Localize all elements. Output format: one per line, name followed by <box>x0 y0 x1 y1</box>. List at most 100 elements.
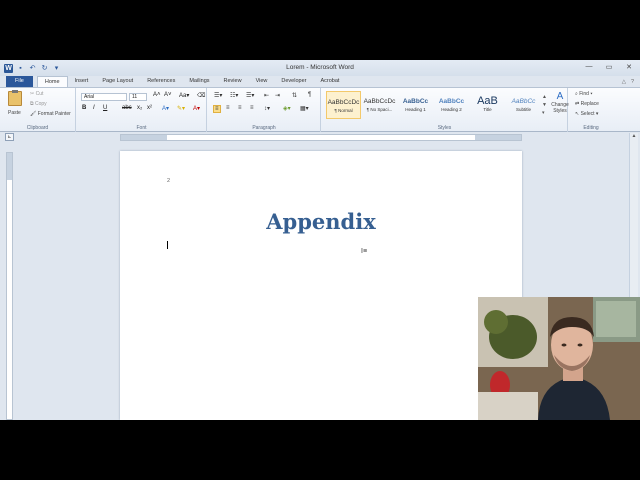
style-name: Title <box>483 107 492 112</box>
text-cursor <box>167 241 168 249</box>
find-label: Find <box>579 91 589 97</box>
change-styles-label: Change Styles <box>551 102 569 114</box>
page-number: 2 <box>167 178 171 184</box>
font-label: Font <box>136 125 147 131</box>
justify-button[interactable]: ≡ <box>250 105 254 111</box>
ruler-top-margin <box>7 153 12 180</box>
document-page[interactable]: 2 Appendix I≡ <box>120 151 522 420</box>
select-button[interactable]: ↖ Select ▾ <box>575 111 598 117</box>
tab-view[interactable]: View <box>249 76 275 87</box>
grow-font-icon[interactable]: A˄ <box>153 92 161 98</box>
paste-button[interactable]: Paste <box>8 110 21 116</box>
i-beam-cursor-icon: I≡ <box>361 248 368 255</box>
style-sample: AaBbCcDc <box>327 99 360 106</box>
style-normal[interactable]: AaBbCcDc ¶ Normal <box>326 91 361 119</box>
format-painter-button[interactable]: 🖌 Format Painter <box>30 111 71 117</box>
multilevel-list-icon[interactable]: ☰▾ <box>246 92 254 99</box>
clipboard-label: Clipboard <box>26 125 49 131</box>
style-heading-1[interactable]: AaBbCc Heading 1 <box>398 91 433 119</box>
styles-scroll-icon[interactable]: ▲ ▼ ▾ <box>542 93 547 117</box>
horizontal-ruler[interactable] <box>120 134 522 141</box>
style-name: Heading 2 <box>441 107 462 112</box>
font-size-combo[interactable]: 11 <box>129 93 147 101</box>
tab-references[interactable]: References <box>140 76 182 87</box>
show-formatting-icon[interactable]: ¶ <box>308 92 311 98</box>
tab-home[interactable]: Home <box>36 76 68 87</box>
style-name: ¶ Normal <box>334 108 353 113</box>
style-name: Subtitle <box>515 107 531 112</box>
paragraph-group: ☰▾ ☷▾ ☰▾ ⇤ ⇥ ⇅ ¶ ≡ ≡ ≡ ≡ ↕▾ ◈▾ ▦▾ Paragr… <box>208 88 321 132</box>
numbering-icon[interactable]: ☷▾ <box>230 92 238 99</box>
ribbon-tabs: File Home Insert Page Layout References … <box>0 76 640 87</box>
change-case-icon[interactable]: Aa▾ <box>179 92 189 99</box>
title-bar: W ▪ ↶ ↻ ▾ Lorem - Microsoft Word — ▭ ✕ <box>0 60 640 76</box>
style-no-spacing[interactable]: AaBbCcDc ¶ No Spaci... <box>362 91 397 119</box>
style-title[interactable]: AaB Title <box>470 91 505 119</box>
font-group: Arial 11 A˄ A˅ Aa▾ ⌫ B I U abc x₂ x² A▾ … <box>77 88 207 132</box>
tab-review[interactable]: Review <box>217 76 249 87</box>
tab-acrobat[interactable]: Acrobat <box>313 76 346 87</box>
decrease-indent-icon[interactable]: ⇤ <box>264 92 269 99</box>
editing-group: ⌕ Find ▾ ⇄ Replace ↖ Select ▾ Editing <box>569 88 613 132</box>
style-heading-2[interactable]: AaBbCc Heading 2 <box>434 91 469 119</box>
tab-page-layout[interactable]: Page Layout <box>95 76 140 87</box>
window-title: Lorem - Microsoft Word <box>286 64 354 71</box>
minimize-ribbon-icon[interactable]: △ <box>622 79 626 85</box>
close-icon[interactable]: ✕ <box>622 63 636 71</box>
align-right-button[interactable]: ≡ <box>238 105 242 111</box>
style-name: ¶ No Spaci... <box>366 107 393 112</box>
document-heading[interactable]: Appendix <box>120 209 522 234</box>
paste-icon[interactable] <box>8 90 22 106</box>
align-left-button[interactable]: ≡ <box>213 105 221 113</box>
align-center-button[interactable]: ≡ <box>226 105 230 111</box>
shading-icon[interactable]: ◈▾ <box>283 105 291 112</box>
style-subtitle[interactable]: AaBbCc Subtitle <box>506 91 541 119</box>
line-spacing-icon[interactable]: ↕▾ <box>264 105 270 112</box>
tab-file[interactable]: File <box>6 76 33 87</box>
ribbon-controls: △ ? <box>622 79 640 85</box>
minimize-icon[interactable]: — <box>582 63 596 71</box>
paragraph-label: Paragraph <box>252 125 276 131</box>
copy-button[interactable]: ⧉ Copy <box>30 101 47 107</box>
cut-button[interactable]: ✂ Cut <box>30 91 43 97</box>
highlight-icon[interactable]: ✎▾ <box>177 105 185 112</box>
strikethrough-button[interactable]: abc <box>122 105 132 111</box>
vertical-ruler[interactable] <box>6 152 13 420</box>
increase-indent-icon[interactable]: ⇥ <box>275 92 280 99</box>
bold-button[interactable]: B <box>82 105 86 111</box>
clipboard-group: Paste ✂ Cut ⧉ Copy 🖌 Format Painter Clip… <box>0 88 76 132</box>
subscript-button[interactable]: x₂ <box>137 105 142 111</box>
select-label: Select <box>580 111 595 117</box>
replace-button[interactable]: ⇄ Replace <box>575 101 599 107</box>
tab-developer[interactable]: Developer <box>274 76 313 87</box>
find-button[interactable]: ⌕ Find ▾ <box>575 91 592 97</box>
replace-label: Replace <box>580 101 599 107</box>
scroll-up-icon[interactable]: ▲ <box>630 133 638 141</box>
tab-insert[interactable]: Insert <box>68 76 96 87</box>
style-sample: AaBbCc <box>438 98 465 105</box>
text-effects-icon[interactable]: A▾ <box>162 105 169 112</box>
italic-button[interactable]: I <box>93 105 95 111</box>
webcam-image <box>478 297 640 420</box>
ruler-left-margin <box>121 135 167 140</box>
bullets-icon[interactable]: ☰▾ <box>214 92 222 99</box>
underline-button[interactable]: U <box>103 105 107 111</box>
style-sample: AaBbCc <box>511 98 536 105</box>
restore-icon[interactable]: ▭ <box>602 63 616 71</box>
ruler-toggle-button[interactable]: ⊾ <box>5 133 14 141</box>
editing-label: Editing <box>583 125 599 131</box>
clear-formatting-icon[interactable]: ⌫ <box>197 92 205 99</box>
font-name-combo[interactable]: Arial <box>81 93 127 101</box>
copy-label: Copy <box>34 101 47 107</box>
font-color-icon[interactable]: A▾ <box>193 105 200 112</box>
shrink-font-icon[interactable]: A˅ <box>164 92 172 98</box>
change-styles-button[interactable]: A Change Styles <box>550 91 570 114</box>
borders-icon[interactable]: ▦▾ <box>300 105 309 112</box>
styles-label: Styles <box>437 125 452 131</box>
tab-mailings[interactable]: Mailings <box>182 76 216 87</box>
help-icon[interactable]: ? <box>631 79 634 85</box>
sort-icon[interactable]: ⇅ <box>292 92 297 99</box>
window-controls: — ▭ ✕ <box>582 63 636 71</box>
superscript-button[interactable]: x² <box>147 105 152 111</box>
cut-label: Cut <box>35 91 44 97</box>
